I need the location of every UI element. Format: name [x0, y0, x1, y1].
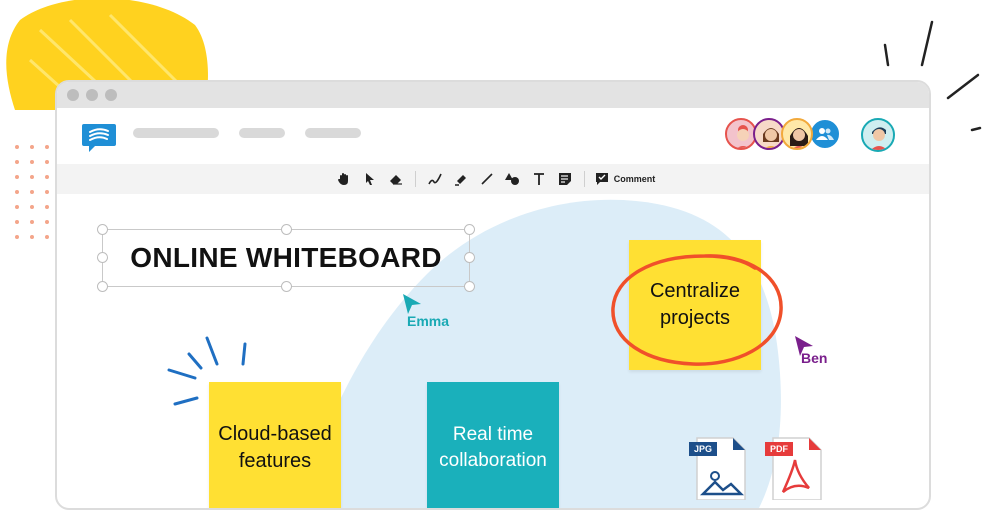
- add-user-button[interactable]: [809, 118, 841, 150]
- pdf-file[interactable]: PDF: [765, 430, 825, 505]
- text-icon: [533, 173, 544, 185]
- eraser-icon: [389, 175, 402, 185]
- nav-placeholder-1[interactable]: [133, 128, 219, 138]
- shapes-icon: [504, 173, 519, 185]
- pointer-tool[interactable]: [359, 168, 381, 190]
- ben-cursor-label: Ben: [801, 350, 828, 366]
- selected-title-box[interactable]: ONLINE WHITEBOARD: [102, 229, 470, 287]
- line-icon: [481, 173, 493, 185]
- resize-handle[interactable]: [464, 224, 475, 235]
- note-tool[interactable]: [554, 168, 576, 190]
- pointer-icon: [365, 173, 374, 185]
- highlighter-tool[interactable]: [450, 168, 472, 190]
- line-tool[interactable]: [476, 168, 498, 190]
- window-maximize-dot[interactable]: [105, 89, 117, 101]
- resize-handle[interactable]: [97, 224, 108, 235]
- resize-handle[interactable]: [97, 281, 108, 292]
- jpg-file-tag: JPG: [689, 442, 718, 456]
- resize-handle[interactable]: [464, 252, 475, 263]
- sticky-note-text: Cloud-based features: [218, 423, 332, 472]
- jpg-file[interactable]: JPG: [689, 430, 749, 505]
- window-minimize-dot[interactable]: [86, 89, 98, 101]
- board-title: ONLINE WHITEBOARD: [130, 242, 442, 273]
- pen-icon: [428, 173, 442, 185]
- comment-tool-label: Comment: [613, 174, 656, 184]
- whiteboard-canvas[interactable]: ONLINE WHITEBOARD Emma Centralize projec…: [57, 194, 929, 508]
- pdf-file-icon: [772, 437, 822, 501]
- resize-handle[interactable]: [97, 252, 108, 263]
- comment-tool[interactable]: Comment: [595, 172, 656, 186]
- sticky-note-text: Real time collaboration: [439, 424, 547, 471]
- text-tool[interactable]: [528, 168, 550, 190]
- avatar[interactable]: [781, 118, 813, 150]
- hand-tool[interactable]: [333, 168, 355, 190]
- toolbar-divider: [583, 171, 585, 187]
- app-window: Comment ONLINE WHITEBOARD Emma Centraliz…: [55, 80, 931, 510]
- resize-handle[interactable]: [464, 281, 475, 292]
- highlighter-icon: [454, 175, 466, 186]
- note-icon: [558, 173, 571, 185]
- comment-icon: [595, 173, 608, 185]
- toolbar-divider: [414, 171, 416, 187]
- nav-placeholder-3[interactable]: [305, 128, 361, 138]
- app-logo-icon[interactable]: [81, 122, 117, 154]
- pen-tool[interactable]: [424, 168, 446, 190]
- image-file-icon: [696, 437, 746, 501]
- collaborator-avatars: [725, 118, 841, 150]
- red-circle-annotation: [611, 254, 783, 366]
- window-titlebar: [57, 82, 929, 108]
- eraser-tool[interactable]: [385, 168, 407, 190]
- add-user-icon: [816, 128, 834, 140]
- shapes-tool[interactable]: [502, 168, 524, 190]
- window-close-dot[interactable]: [67, 89, 79, 101]
- emma-cursor-label: Emma: [407, 313, 450, 329]
- nav-placeholder-2[interactable]: [239, 128, 285, 138]
- drawing-toolbar: Comment: [57, 164, 929, 194]
- resize-handle[interactable]: [281, 281, 292, 292]
- current-user-avatar[interactable]: [861, 118, 895, 152]
- app-header: [57, 108, 929, 164]
- pdf-file-tag: PDF: [765, 442, 793, 456]
- hand-icon: [337, 173, 348, 185]
- resize-handle[interactable]: [281, 224, 292, 235]
- dot-grid-decoration: [15, 145, 49, 239]
